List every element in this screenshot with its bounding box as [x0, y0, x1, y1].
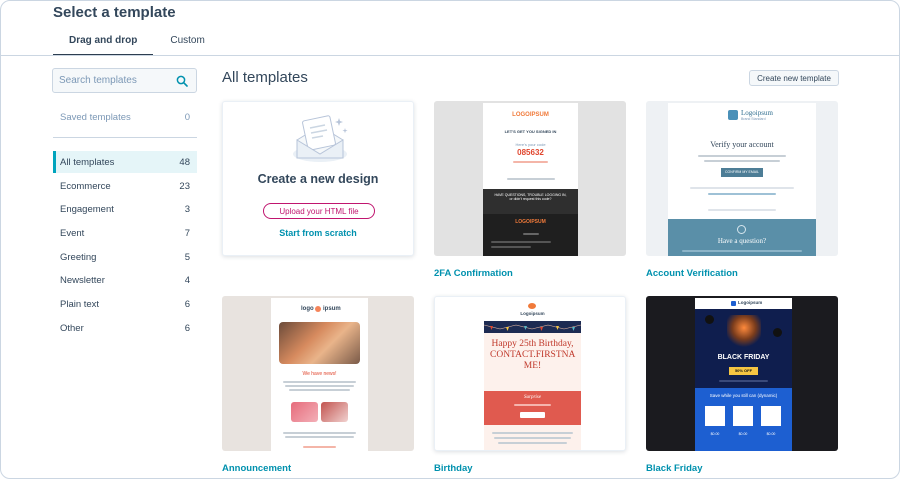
sidebar-item-label: Greeting [60, 251, 97, 263]
sidebar-item-event[interactable]: Event 7 [53, 222, 197, 244]
preview-logo: LOGOIPSUM [512, 112, 549, 118]
sidebar-item-ecommerce[interactable]: Ecommerce 23 [53, 175, 197, 197]
template-card-black-friday[interactable]: Logoipsum BLACK FRIDAY 50% OFF Save whil… [646, 296, 838, 451]
sidebar-item-count: 7 [184, 227, 190, 239]
preview-questions: HAVE QUESTIONS, TROUBLE LOGGING IN, or d… [494, 193, 567, 201]
preview-heading: Happy 25th Birthday, CONTACT.FIRSTNA ME! [490, 339, 576, 371]
preview-price: $0.00 [766, 432, 776, 436]
sidebar-item-label: Newsletter [60, 274, 105, 286]
sidebar-item-label: Ecommerce [60, 180, 111, 192]
email-preview: Logoipsum Brand Standard Verify your acc… [668, 103, 816, 256]
preview-image-right [321, 402, 348, 422]
sidebar-item-count: 6 [184, 322, 190, 334]
preview-logo-icon [528, 303, 536, 309]
preview-heading: We have news! [302, 371, 337, 377]
sidebar-item-label: Plain text [60, 298, 100, 310]
tabs-divider [1, 55, 899, 56]
preview-logo-icon [731, 301, 736, 306]
upload-html-button[interactable]: Upload your HTML file [263, 203, 375, 219]
page-title: Select a template [53, 4, 176, 21]
start-from-scratch-link[interactable]: Start from scratch [223, 228, 413, 238]
tab-bar: Drag and drop Custom [53, 34, 221, 56]
email-preview: Logoipsum BLACK FRIDAY 50% OFF Save whil… [695, 298, 792, 451]
preview-surprise: Surprise [524, 395, 541, 400]
sidebar-item-engagement[interactable]: Engagement 3 [53, 198, 197, 220]
sidebar-item-count: 48 [179, 156, 190, 168]
template-card-2fa-confirmation[interactable]: LOGOIPSUM LET'S GET YOU SIGNED IN Here's… [434, 101, 626, 256]
sidebar-divider [53, 137, 197, 138]
sidebar-item-other[interactable]: Other 6 [53, 317, 197, 339]
sidebar-item-label: Event [60, 227, 85, 239]
balloon-icon [773, 328, 782, 337]
preview-badge: 50% OFF [729, 367, 758, 375]
preview-logo-icon [728, 110, 738, 120]
email-preview: logo ipsum We have news! [271, 298, 368, 451]
sidebar-item-all-templates[interactable]: All templates 48 [53, 151, 197, 173]
preview-logo-sub: Brand Standard [741, 117, 766, 121]
email-preview: LOGOIPSUM LET'S GET YOU SIGNED IN Here's… [483, 103, 578, 256]
template-label-account-verification[interactable]: Account Verification [646, 268, 738, 279]
preview-price: $0.00 [738, 432, 748, 436]
template-card-birthday[interactable]: Logoipsum Happy 25th Birthday, CONTACT.F… [434, 296, 626, 451]
preview-logo: Logoipsum [520, 311, 545, 316]
search-icon[interactable] [176, 75, 188, 87]
section-title: All templates [222, 69, 308, 86]
template-label-black-friday[interactable]: Black Friday [646, 463, 703, 474]
template-selector-window: Select a template Drag and drop Custom S… [0, 0, 900, 479]
sidebar-item-count: 23 [179, 180, 190, 192]
preview-footer-logo: LOGOIPSUM [515, 219, 546, 225]
question-icon [737, 225, 746, 234]
sidebar-item-plain-text[interactable]: Plain text 6 [53, 293, 197, 315]
preview-heading: Verify your account [710, 140, 774, 149]
create-new-design-card: Create a new design Upload your HTML fil… [222, 101, 414, 256]
sidebar-item-label: All templates [60, 156, 115, 168]
preview-banner [484, 321, 581, 333]
sidebar-item-label: Other [60, 322, 84, 334]
preview-logo-left: logo [301, 306, 314, 312]
preview-price: $0.00 [710, 432, 720, 436]
sidebar-item-newsletter[interactable]: Newsletter 4 [53, 269, 197, 291]
preview-confirm-button: CONFIRM MY EMAIL [721, 168, 763, 177]
template-label-2fa-confirmation[interactable]: 2FA Confirmation [434, 268, 513, 279]
preview-heading: BLACK FRIDAY [717, 354, 770, 361]
preview-image-left [291, 402, 318, 422]
template-label-birthday[interactable]: Birthday [434, 463, 473, 474]
create-new-template-button[interactable]: Create new template [749, 70, 839, 86]
preview-code: 085632 [517, 148, 544, 157]
search-box [52, 68, 197, 93]
sidebar-item-count: 6 [184, 298, 190, 310]
tab-custom[interactable]: Custom [154, 34, 220, 56]
preview-code-label: Here's your code [515, 142, 546, 147]
template-card-account-verification[interactable]: Logoipsum Brand Standard Verify your acc… [646, 101, 838, 256]
preview-logo: Logoipsum [741, 109, 773, 117]
preview-hero-image [727, 315, 761, 347]
preview-help: Have a question? [717, 237, 767, 245]
tab-drag-and-drop[interactable]: Drag and drop [53, 34, 154, 56]
sidebar-item-greeting[interactable]: Greeting 5 [53, 246, 197, 268]
preview-logo-mark-icon [315, 306, 321, 312]
sidebar-item-label: Engagement [60, 203, 114, 215]
preview-logo-right: ipsum [323, 306, 341, 312]
preview-logo: Logoipsum [738, 300, 763, 305]
create-design-title: Create a new design [257, 172, 379, 186]
sidebar-item-count: 4 [184, 274, 190, 286]
template-card-announcement[interactable]: logo ipsum We have news! [222, 296, 414, 451]
search-input[interactable] [53, 69, 171, 92]
preview-save-text: Save while you still can (dynamic) [709, 393, 778, 398]
template-label-announcement[interactable]: Announcement [222, 463, 291, 474]
email-preview: Logoipsum Happy 25th Birthday, CONTACT.F… [484, 299, 581, 450]
sidebar-item-saved-templates[interactable]: Saved templates 0 [53, 106, 197, 128]
envelope-illustration-icon [293, 115, 348, 162]
preview-heading: LET'S GET YOU SIGNED IN [504, 129, 557, 134]
balloon-icon [705, 315, 714, 324]
sidebar-item-count: 3 [184, 203, 190, 215]
preview-hero-image [279, 322, 360, 364]
sidebar-item-count: 0 [184, 111, 190, 123]
sidebar-item-label: Saved templates [60, 111, 131, 123]
sidebar-item-count: 5 [184, 251, 190, 263]
